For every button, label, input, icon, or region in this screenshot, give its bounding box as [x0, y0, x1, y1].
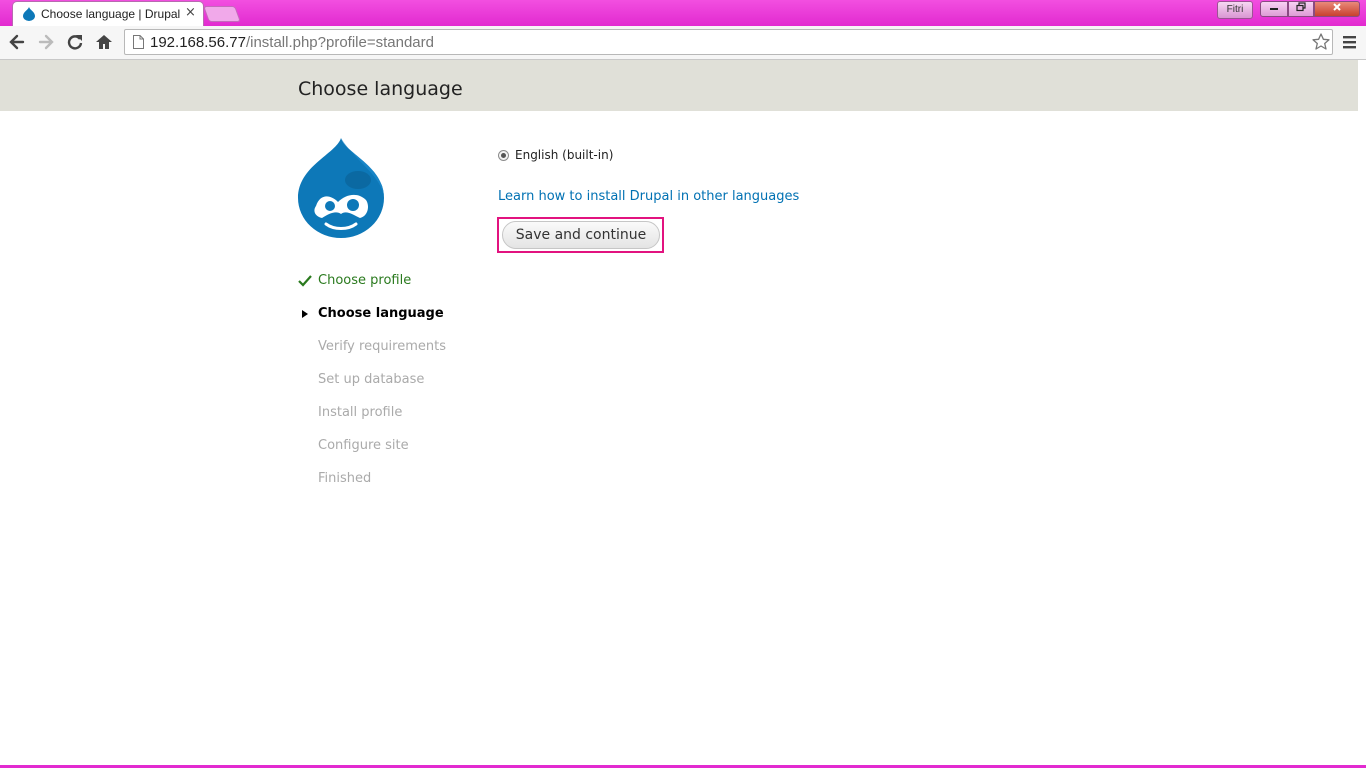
install-steps: Choose profile Choose language Verify re…	[298, 271, 446, 502]
tab-title: Choose language | Drupal	[41, 7, 181, 21]
minimize-button[interactable]	[1260, 1, 1288, 17]
new-tab-button[interactable]	[203, 6, 241, 22]
menu-icon[interactable]	[1340, 33, 1360, 53]
save-and-continue-button[interactable]: Save and continue	[502, 221, 660, 249]
close-icon	[1333, 3, 1341, 11]
step-configure-site: Configure site	[298, 436, 446, 469]
url-host: 192.168.56.77	[150, 34, 246, 51]
minimize-icon	[1270, 8, 1278, 10]
browser-tab[interactable]: Choose language | Drupal ×	[12, 1, 204, 26]
current-step-arrow-icon	[302, 310, 308, 318]
drupal-logo-icon	[298, 138, 384, 238]
step-label: Choose profile	[318, 273, 412, 288]
step-label: Verify requirements	[318, 339, 447, 354]
step-label: Install profile	[318, 405, 403, 420]
restore-icon	[1296, 2, 1306, 12]
learn-other-languages-link[interactable]: Learn how to install Drupal in other lan…	[498, 189, 799, 204]
step-choose-language: Choose language	[298, 304, 446, 337]
scrollbar-track	[1358, 60, 1366, 768]
tab-close-icon[interactable]: ×	[185, 6, 196, 20]
page-icon	[133, 35, 144, 49]
step-label: Choose language	[318, 306, 444, 321]
page-title: Choose language	[298, 78, 463, 100]
step-label: Finished	[318, 471, 372, 486]
profile-badge[interactable]: Fitri	[1217, 1, 1253, 19]
url-path: /install.php?profile=standard	[245, 34, 434, 51]
reload-icon[interactable]	[65, 32, 85, 52]
language-radio[interactable]	[498, 150, 509, 161]
page-header: Choose language	[0, 60, 1366, 111]
address-bar[interactable]: 192.168.56.77/install.php?profile=standa…	[124, 29, 1333, 55]
step-label: Configure site	[318, 438, 409, 453]
language-option-label[interactable]: English (built-in)	[515, 148, 613, 162]
drupal-favicon-icon	[23, 7, 35, 21]
browser-titlebar: Choose language | Drupal × Fitri	[0, 0, 1366, 26]
restore-button[interactable]	[1288, 1, 1314, 17]
step-install-profile: Install profile	[298, 403, 446, 436]
forward-arrow-icon[interactable]	[36, 32, 56, 52]
url-text: 192.168.56.77/install.php?profile=standa…	[150, 34, 434, 51]
close-window-button[interactable]	[1314, 1, 1360, 17]
bookmark-star-icon[interactable]	[1311, 32, 1331, 52]
step-set-up-database: Set up database	[298, 370, 446, 403]
step-finished: Finished	[298, 469, 446, 502]
browser-toolbar: 192.168.56.77/install.php?profile=standa…	[0, 26, 1366, 60]
home-icon[interactable]	[94, 32, 114, 52]
back-arrow-icon[interactable]	[7, 32, 27, 52]
step-verify-requirements: Verify requirements	[298, 337, 446, 370]
checkmark-icon	[298, 275, 312, 287]
step-label: Set up database	[318, 372, 425, 387]
step-choose-profile: Choose profile	[298, 271, 446, 304]
